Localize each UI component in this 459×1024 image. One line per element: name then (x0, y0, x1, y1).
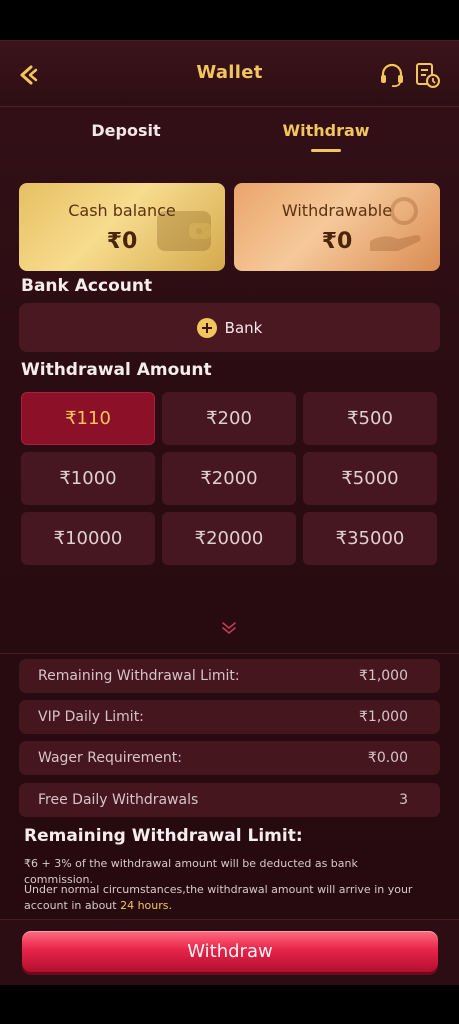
arrival-note-suffix: . (168, 899, 173, 912)
add-bank-button[interactable]: Bank (19, 303, 440, 352)
tab-bar: Deposit Withdraw (0, 107, 459, 163)
remaining-limit-row: Remaining Withdrawal Limit: ₹1,000 (19, 659, 440, 693)
info-value: 3 (399, 792, 408, 808)
cash-balance-label: Cash balance (68, 201, 176, 220)
document-clock-icon (416, 63, 440, 88)
withdrawal-amount-title: Withdrawal Amount (21, 360, 212, 380)
info-value: ₹1,000 (359, 668, 408, 684)
amount-option-20000[interactable]: ₹20000 (162, 512, 296, 565)
info-label: VIP Daily Limit: (38, 709, 144, 725)
add-bank-label: Bank (224, 318, 263, 337)
arrival-time-highlight: 24 hours (120, 899, 169, 912)
amount-option-35000[interactable]: ₹35000 (303, 512, 437, 565)
tab-deposit[interactable]: Deposit (51, 121, 201, 140)
wallet-screen: Wallet Deposit Withdraw Cash balance ₹0 … (0, 40, 459, 985)
plus-icon (196, 317, 217, 338)
tab-withdraw[interactable]: Withdraw (251, 121, 401, 140)
support-button[interactable] (378, 61, 406, 89)
info-label: Remaining Withdrawal Limit: (38, 668, 240, 684)
withdrawable-value: ₹0 (321, 229, 353, 254)
bottom-action-bar: Withdraw (0, 919, 459, 985)
amount-option-1000[interactable]: ₹1000 (21, 452, 155, 505)
vip-daily-limit-row: VIP Daily Limit: ₹1,000 (19, 700, 440, 734)
header: Wallet (0, 41, 459, 107)
notes-title: Remaining Withdrawal Limit: (24, 826, 303, 846)
withdraw-button[interactable]: Withdraw (22, 931, 438, 972)
amount-option-10000[interactable]: ₹10000 (21, 512, 155, 565)
amount-option-110[interactable]: ₹110 (21, 392, 155, 445)
record-button[interactable] (413, 61, 441, 89)
amount-grid: ₹110 ₹200 ₹500 ₹1000 ₹2000 ₹5000 ₹10000 … (21, 392, 438, 566)
amount-option-5000[interactable]: ₹5000 (303, 452, 437, 505)
withdrawable-card: Withdrawable ₹0 (234, 183, 440, 271)
info-label: Wager Requirement: (38, 750, 182, 766)
wager-requirement-row: Wager Requirement: ₹0.00 (19, 741, 440, 775)
info-label: Free Daily Withdrawals (38, 792, 199, 808)
cash-balance-value: ₹0 (106, 229, 138, 254)
bank-account-title: Bank Account (21, 276, 153, 296)
arrival-note: Under normal circumstances,the withdrawa… (24, 882, 424, 914)
info-value: ₹1,000 (359, 709, 408, 725)
headset-icon (381, 63, 403, 88)
section-divider (0, 653, 459, 654)
info-value: ₹0.00 (367, 750, 408, 766)
amount-option-500[interactable]: ₹500 (303, 392, 437, 445)
double-chevron-down-icon[interactable] (220, 619, 238, 637)
cash-balance-card: Cash balance ₹0 (19, 183, 225, 271)
arrival-note-text: Under normal circumstances,the withdrawa… (24, 883, 413, 912)
amount-option-2000[interactable]: ₹2000 (162, 452, 296, 505)
app-root: Wallet Deposit Withdraw Cash balance ₹0 … (0, 0, 459, 1024)
amount-option-200[interactable]: ₹200 (162, 392, 296, 445)
active-tab-indicator (311, 149, 341, 152)
withdrawable-label: Withdrawable (281, 201, 393, 220)
free-daily-withdrawals-row: Free Daily Withdrawals 3 (19, 783, 440, 817)
